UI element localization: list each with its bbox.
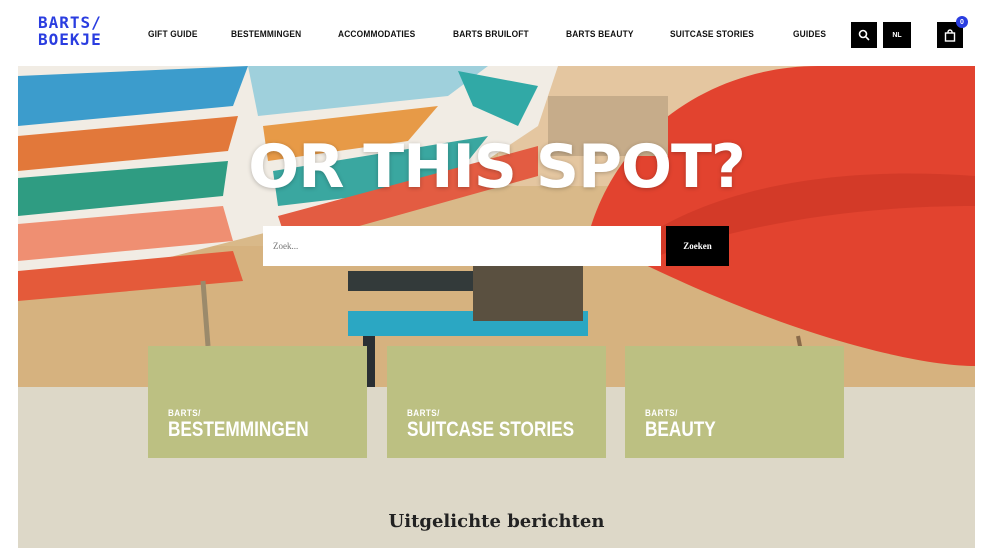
search-icon: [858, 29, 870, 41]
cart-count-badge: 0: [956, 16, 968, 28]
hero-banner: OR THIS SPOT? Zoeken: [18, 66, 975, 387]
tile-title: SUITCASE STORIES: [407, 418, 575, 441]
tile-title: BESTEMMINGEN: [168, 418, 309, 441]
menu-item-accommodaties[interactable]: ACCOMMODATIES: [338, 29, 415, 40]
bag-icon: [944, 28, 956, 42]
featured-posts-heading: Uitgelichte berichten: [388, 511, 605, 532]
header-nav: BARTS/ BOEKJE GIFT GUIDE BESTEMMINGEN AC…: [18, 0, 975, 66]
tile-prefix: BARTS/: [168, 408, 201, 418]
main-menu: GIFT GUIDE BESTEMMINGEN ACCOMMODATIES BA…: [148, 29, 857, 40]
site-logo[interactable]: BARTS/ BOEKJE: [38, 14, 118, 48]
language-button[interactable]: NL: [883, 22, 911, 48]
menu-item-suitcase-stories[interactable]: SUITCASE STORIES: [670, 29, 754, 40]
menu-item-bestemmingen[interactable]: BESTEMMINGEN: [231, 29, 301, 40]
logo-line-1: BARTS/: [38, 13, 102, 32]
tile-title: BEAUTY: [645, 418, 716, 441]
menu-item-barts-beauty[interactable]: BARTS BEAUTY: [566, 29, 634, 40]
logo-line-2: BOEKJE: [38, 30, 102, 49]
page-frame: BARTS/ BOEKJE GIFT GUIDE BESTEMMINGEN AC…: [18, 0, 975, 548]
hero-title: OR THIS SPOT?: [248, 132, 746, 202]
tile-prefix: BARTS/: [645, 408, 678, 418]
search-button[interactable]: [851, 22, 877, 48]
menu-item-gift-guide[interactable]: GIFT GUIDE: [148, 29, 198, 40]
tile-bestemmingen[interactable]: BARTS/ BESTEMMINGEN: [148, 346, 367, 458]
tile-suitcase-stories[interactable]: BARTS/ SUITCASE STORIES: [387, 346, 606, 458]
tile-prefix: BARTS/: [407, 408, 440, 418]
search-submit-button[interactable]: Zoeken: [666, 226, 729, 266]
tile-beauty[interactable]: BARTS/ BEAUTY: [625, 346, 844, 458]
menu-item-barts-bruiloft[interactable]: BARTS BRUILOFT: [453, 29, 529, 40]
menu-item-guides[interactable]: GUIDES: [793, 29, 826, 40]
search-input[interactable]: [263, 226, 661, 266]
